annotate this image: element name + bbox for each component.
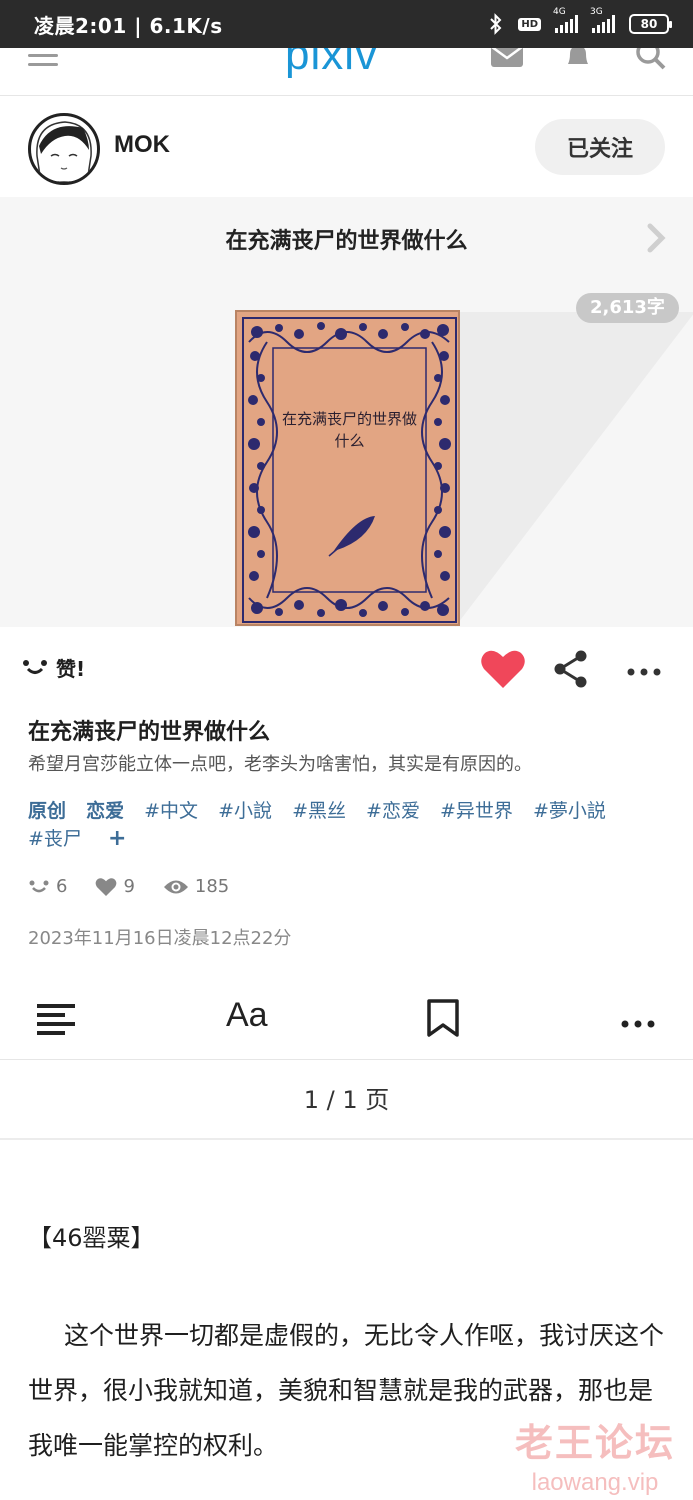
smile-icon <box>29 880 49 892</box>
more-options-icon[interactable] <box>620 1014 656 1033</box>
author-row: MOK 已关注 <box>0 97 693 197</box>
chapter-heading: 【46罂粟】 <box>28 1224 155 1252</box>
cover-shadow <box>455 312 693 627</box>
cover-title: 在充满丧尸的世界做什么 <box>281 410 417 450</box>
menu-icon[interactable] <box>28 54 58 72</box>
app-header: pixiv <box>0 48 693 96</box>
work-title: 在充满丧尸的世界做什么 <box>28 720 271 745</box>
search-icon[interactable] <box>635 48 667 74</box>
like-count: 9 <box>95 876 135 897</box>
avatar[interactable] <box>28 113 100 185</box>
status-time-speed: 凌晨2:01 | 6.1K/s <box>34 13 223 38</box>
like-label: 赞! <box>56 657 86 681</box>
view-count: 185 <box>163 876 229 897</box>
ornament-border <box>242 317 457 623</box>
tag-link[interactable]: #夢小説 <box>533 800 606 822</box>
watermark-cn: 老王论坛 <box>514 1421 675 1465</box>
font-settings-button[interactable]: Aa <box>226 996 268 1035</box>
tag-link[interactable]: #丧尸 <box>28 828 82 850</box>
bell-icon[interactable] <box>563 48 593 74</box>
bookmark-icon[interactable] <box>426 998 460 1042</box>
battery-icon: 80 <box>629 14 672 34</box>
follow-button[interactable]: 已关注 <box>535 119 665 175</box>
heart-icon <box>96 877 117 896</box>
signal-4g-icon: 4G <box>553 7 578 33</box>
mail-icon[interactable] <box>490 48 524 72</box>
tag-link[interactable]: #黑丝 <box>292 800 346 822</box>
signal-3g-icon: 3G <box>590 7 615 33</box>
page-indicator[interactable]: 1 / 1 页 <box>0 1060 693 1140</box>
like-label-button[interactable]: 赞! <box>22 653 85 682</box>
eye-icon <box>163 880 188 893</box>
tag-link[interactable]: #中文 <box>144 800 198 822</box>
heart-icon[interactable] <box>480 648 526 694</box>
share-icon[interactable] <box>553 650 589 692</box>
series-title[interactable]: 在充满丧尸的世界做什么 <box>0 223 693 255</box>
tag-link[interactable]: #恋爱 <box>366 800 420 822</box>
smile-icon <box>23 659 47 674</box>
cover-image[interactable]: 在充满丧尸的世界做什么 <box>235 310 460 626</box>
watermark-en: laowang.vip <box>531 1469 659 1496</box>
more-options-icon[interactable] <box>626 662 662 681</box>
table-of-contents-icon[interactable] <box>36 1002 76 1040</box>
work-caption: 希望月宫莎能立体一点吧，老李头为啥害怕，其实是有原因的。 <box>28 754 532 775</box>
cover-panel: 在充满丧尸的世界做什么 2,613字 在充满丧尸的世界做什么 <box>0 197 693 627</box>
bluetooth-icon <box>488 13 504 35</box>
tag-link[interactable]: #小說 <box>218 800 272 822</box>
tag-list: 原创 恋爱 #中文 #小說 #黑丝 #恋爱 #异世界 #夢小説 #丧尸 + <box>28 797 668 853</box>
post-date: 2023年11月16日凌晨12点22分 <box>28 928 292 949</box>
actions-row: 赞! <box>0 628 693 708</box>
pixiv-logo[interactable]: pixiv <box>285 48 378 80</box>
tag-link[interactable]: 恋爱 <box>86 800 124 822</box>
reader-toolbar: Aa <box>0 982 693 1060</box>
tag-link[interactable]: 原创 <box>28 800 66 822</box>
chevron-right-icon[interactable] <box>645 223 667 257</box>
word-count-badge: 2,613字 <box>576 293 679 323</box>
hd-badge: HD <box>518 17 541 31</box>
status-bar: 凌晨2:01 | 6.1K/s HD 4G 3G 80 <box>0 0 693 48</box>
reaction-count: 6 <box>28 876 67 897</box>
status-icons: HD 4G 3G 80 <box>488 7 672 35</box>
add-tag-button[interactable]: + <box>108 826 126 851</box>
work-stats: 6 9 185 <box>28 876 249 897</box>
tag-link[interactable]: #异世界 <box>440 800 513 822</box>
author-name[interactable]: MOK <box>114 131 170 159</box>
watermark: 老王论坛 laowang.vip <box>505 1412 685 1497</box>
